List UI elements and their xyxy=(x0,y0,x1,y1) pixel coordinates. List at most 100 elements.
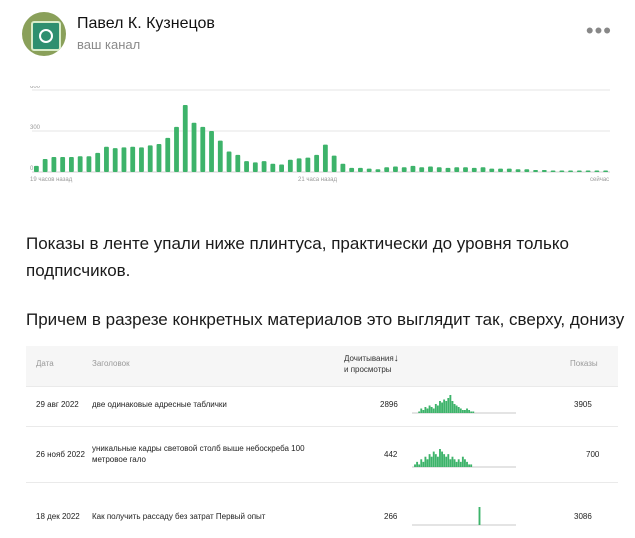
chart-bar[interactable] xyxy=(252,162,258,172)
header-title[interactable]: Заголовок xyxy=(92,359,130,368)
row-title[interactable]: уникальные кадры световой столб выше неб… xyxy=(92,444,305,453)
table-row[interactable]: 29 авг 2022 две одинаковые адресные табл… xyxy=(26,386,618,427)
row-title[interactable]: две одинаковые адресные таблички xyxy=(92,400,227,409)
header-date[interactable]: Дата xyxy=(36,359,54,368)
chart-bar[interactable] xyxy=(305,157,311,172)
chart-bar[interactable] xyxy=(174,126,179,172)
chart-bar[interactable] xyxy=(445,167,451,172)
row-title[interactable]: Как получить рассаду без затрат Первый о… xyxy=(92,512,265,521)
post-paragraph-1: Показы в ленте упали ниже плинтуса, прак… xyxy=(26,234,569,280)
sparkline-bar xyxy=(430,407,433,413)
chart-bar[interactable] xyxy=(480,167,486,172)
chart-bar[interactable] xyxy=(156,143,162,172)
chart-bar[interactable] xyxy=(244,161,249,172)
chart-bar[interactable] xyxy=(568,170,573,173)
sparkline-bar xyxy=(449,395,452,413)
sparkline-bar xyxy=(464,410,466,413)
chart-bar[interactable] xyxy=(463,167,468,172)
chart-bar[interactable] xyxy=(358,167,363,172)
chart-bar[interactable] xyxy=(340,163,346,172)
row-reads: 266 xyxy=(384,512,398,521)
chart-bar[interactable] xyxy=(226,151,232,173)
chart-bar[interactable] xyxy=(191,122,197,172)
chart-bar[interactable] xyxy=(279,164,284,172)
chart-bar[interactable] xyxy=(489,168,495,172)
chart-bar[interactable] xyxy=(147,145,153,172)
chart-x-tick-label: 21 часа назад xyxy=(298,177,337,183)
chart-bar[interactable] xyxy=(261,161,267,172)
sparkline-bar xyxy=(416,461,419,467)
chart-bar[interactable] xyxy=(95,152,101,172)
chart-bar[interactable] xyxy=(287,159,293,172)
table-row[interactable]: 26 нояб 2022 уникальные кадры световой с… xyxy=(26,426,618,483)
chart-bar[interactable] xyxy=(86,156,92,172)
chart-bar[interactable] xyxy=(331,155,337,172)
more-horizontal-icon[interactable]: ••• xyxy=(586,18,612,44)
sparkline-bar xyxy=(422,410,425,413)
sparkline-bar xyxy=(422,461,425,467)
sparkline-bar xyxy=(430,456,433,467)
chart-bar[interactable] xyxy=(322,144,328,172)
chart-bar[interactable] xyxy=(209,131,214,172)
chart-bar[interactable] xyxy=(375,169,381,172)
chart-bar[interactable] xyxy=(112,148,118,172)
sparkline-bar xyxy=(426,459,429,467)
chart-bar[interactable] xyxy=(515,169,521,172)
chart-bar[interactable] xyxy=(77,156,83,172)
chart-bar[interactable] xyxy=(121,147,127,172)
chart-bar[interactable] xyxy=(235,154,241,172)
sparkline-bar xyxy=(478,507,481,525)
chart-bar[interactable] xyxy=(585,170,591,173)
chart-bar[interactable] xyxy=(139,147,144,172)
chart-bar[interactable] xyxy=(524,169,530,172)
avatar[interactable] xyxy=(22,12,66,56)
chart-bar[interactable] xyxy=(576,170,582,173)
sparkline-bar xyxy=(439,401,441,413)
chart-bar[interactable] xyxy=(182,105,188,172)
chart-bar[interactable] xyxy=(42,159,48,172)
chart-bar[interactable] xyxy=(401,167,407,172)
chart-bar[interactable] xyxy=(559,170,565,173)
chart-bar[interactable] xyxy=(541,169,547,172)
chart-bar[interactable] xyxy=(506,168,512,172)
chart-bar[interactable] xyxy=(410,165,416,172)
chart-bar[interactable] xyxy=(33,165,39,172)
chart-bar[interactable] xyxy=(594,170,600,173)
chart-bar[interactable] xyxy=(69,156,74,172)
chart-bar[interactable] xyxy=(471,167,477,172)
table-row[interactable]: 18 дек 2022 Как получить рассаду без зат… xyxy=(26,482,618,538)
row-date: 18 дек 2022 xyxy=(36,512,80,521)
chart-bar[interactable] xyxy=(550,170,556,173)
chart-bar[interactable] xyxy=(200,126,206,172)
chart-bar[interactable] xyxy=(498,168,503,172)
chart-bar[interactable] xyxy=(104,146,109,172)
chart-bar[interactable] xyxy=(217,140,223,172)
chart-bar[interactable] xyxy=(130,146,136,172)
chart-bar[interactable] xyxy=(349,167,355,172)
chart-bar[interactable] xyxy=(384,167,390,172)
row-shows: 3905 xyxy=(574,400,592,409)
chart-bar[interactable] xyxy=(419,167,425,172)
chart-bar[interactable] xyxy=(270,163,276,172)
header-reads[interactable]: Дочитывания↓ и просмотры xyxy=(344,353,399,375)
sparkline-bar xyxy=(443,399,446,413)
header-shows[interactable]: Показы xyxy=(570,359,598,368)
chart-bar[interactable] xyxy=(533,169,538,172)
sparkline-bar xyxy=(447,398,450,413)
chart-bar[interactable] xyxy=(51,156,57,172)
author-name[interactable]: Павел К. Кузнецов xyxy=(77,15,215,33)
chart-bar[interactable] xyxy=(454,167,460,172)
chart-bar[interactable] xyxy=(165,137,171,172)
chart-bar[interactable] xyxy=(314,154,320,172)
chart-bar[interactable] xyxy=(366,168,372,172)
sparkline-bar xyxy=(432,451,435,467)
avatar-logo-icon xyxy=(31,21,61,51)
row-title-line2[interactable]: метровое гало xyxy=(92,455,146,464)
chart-bar[interactable] xyxy=(60,156,66,172)
chart-bar[interactable] xyxy=(296,158,302,172)
row-date: 26 нояб 2022 xyxy=(36,450,85,459)
chart-bar[interactable] xyxy=(393,166,398,172)
chart-bar[interactable] xyxy=(436,167,442,172)
chart-bar[interactable] xyxy=(428,166,433,172)
chart-bar[interactable] xyxy=(603,170,609,173)
